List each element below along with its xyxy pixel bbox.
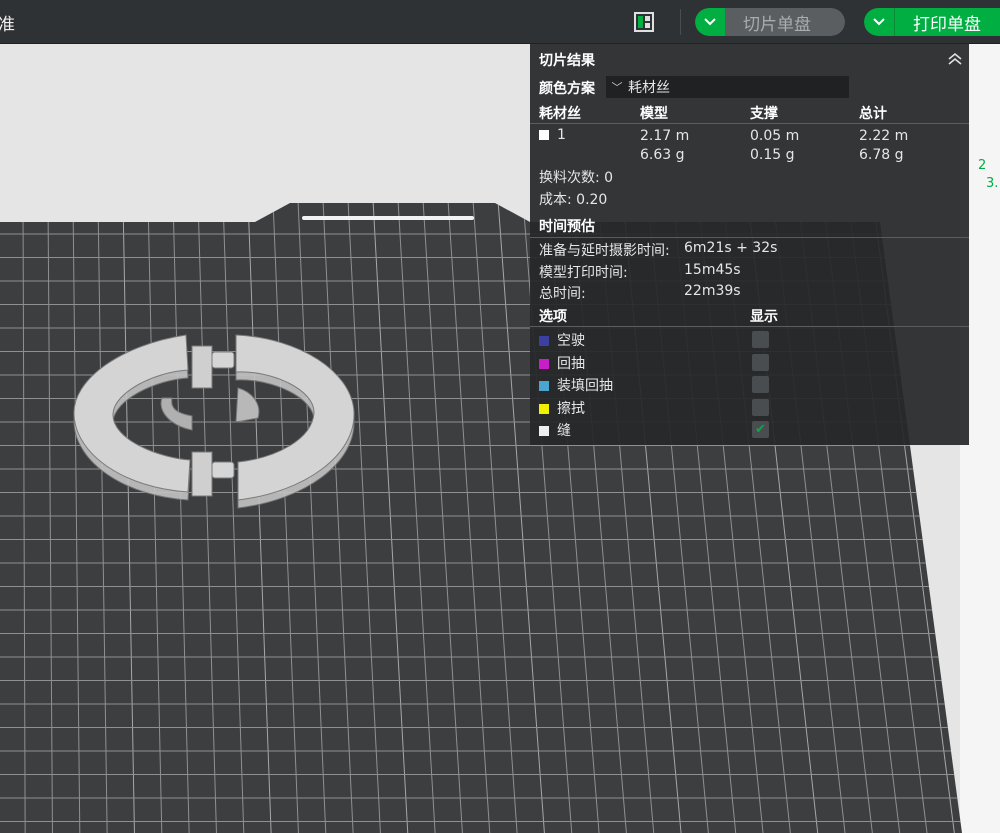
color-scheme-label: 颜色方案 — [539, 81, 595, 97]
support-weight: 0.15 g — [750, 147, 795, 163]
header-total: 总计 — [859, 106, 887, 122]
display-header: 显示 — [750, 309, 778, 325]
print-options-dropdown[interactable] — [864, 8, 895, 36]
option-label: 装填回抽 — [557, 378, 613, 394]
chevron-down-icon — [704, 18, 716, 26]
chevron-down-icon — [873, 18, 885, 26]
option-color-swatch — [539, 358, 549, 369]
option-label: 空驶 — [557, 333, 585, 349]
option-color-swatch — [539, 381, 549, 391]
chevron-down-icon: ﹀ — [611, 81, 623, 94]
layout-icon[interactable] — [634, 12, 654, 32]
option-label: 擦拭 — [557, 400, 585, 417]
divider — [530, 123, 969, 124]
toolbar-tab-fragment[interactable]: 准 — [0, 10, 15, 35]
filament-id: 1 — [539, 127, 566, 143]
options-header: 选项 — [539, 309, 567, 325]
collapse-icon[interactable] — [947, 51, 963, 67]
slice-plate-label[interactable]: 切片单盘 — [725, 8, 845, 36]
header-filament: 耗材丝 — [539, 106, 581, 122]
option-row: 回抽 — [539, 353, 585, 373]
time-prep-label: 准备与延时摄影时间: — [539, 243, 670, 259]
color-scheme-value: 耗材丝 — [628, 80, 670, 96]
header-model: 模型 — [640, 106, 668, 122]
slice-plate-button[interactable]: 切片单盘 — [695, 8, 845, 36]
option-display-checkbox[interactable] — [752, 331, 769, 348]
option-row: 缝 — [539, 420, 571, 440]
option-row: 擦拭 — [539, 398, 585, 418]
cost: 成本: 0.20 — [539, 192, 608, 208]
option-display-checkbox[interactable] — [752, 398, 769, 416]
header-support: 支撑 — [750, 106, 778, 122]
panel-title: 切片结果 — [539, 53, 595, 69]
support-usage: 0.05 m 0.15 g — [750, 127, 799, 165]
divider — [530, 237, 969, 238]
option-display-checkbox[interactable]: ✔ — [752, 421, 769, 438]
total-weight: 6.78 g — [859, 147, 904, 163]
print-plate-button[interactable]: 打印单盘 — [864, 8, 1000, 36]
option-row: 空驶 — [539, 330, 585, 350]
total-length: 2.22 m — [859, 128, 909, 144]
option-color-swatch — [539, 403, 549, 414]
color-scheme-select[interactable]: ﹀ 耗材丝 — [606, 76, 849, 98]
model-weight: 6.63 g — [640, 147, 685, 163]
slice-options-dropdown[interactable] — [695, 8, 725, 36]
time-model-label: 模型打印时间: — [539, 265, 628, 281]
time-total-label: 总时间: — [539, 286, 586, 302]
time-estimate-title: 时间预估 — [539, 219, 595, 235]
slice-results-panel: 切片结果 颜色方案 ﹀ 耗材丝 耗材丝 模型 支撑 总计 1 2.17 m 6.… — [530, 44, 969, 445]
print-plate-label[interactable]: 打印单盘 — [895, 8, 1000, 36]
option-label: 缝 — [557, 423, 571, 439]
top-toolbar: 准 切片单盘 打印单盘 — [0, 0, 1000, 44]
option-display-checkbox[interactable] — [752, 353, 769, 371]
filament-color-swatch — [539, 130, 549, 140]
checkmark-icon: ✔ — [755, 422, 766, 437]
option-display-checkbox[interactable] — [752, 376, 769, 393]
model-length: 2.17 m — [640, 128, 690, 144]
plate-handle — [302, 216, 474, 220]
time-model-value: 15m45s — [684, 262, 741, 278]
time-total-value: 22m39s — [684, 283, 741, 299]
option-label: 回抽 — [557, 355, 585, 372]
time-prep-value: 6m21s + 32s — [684, 240, 778, 256]
option-color-swatch — [539, 426, 549, 436]
toolbar-separator — [680, 9, 681, 35]
side-number: 2 — [978, 158, 1000, 173]
model-usage: 2.17 m 6.63 g — [640, 127, 689, 165]
option-color-swatch — [539, 336, 549, 346]
support-length: 0.05 m — [750, 128, 800, 144]
filament-id-text: 1 — [557, 127, 566, 143]
swap-count: 换料次数: 0 — [539, 170, 614, 186]
option-row: 装填回抽 — [539, 375, 613, 395]
side-number: 3. — [986, 176, 1000, 191]
total-usage: 2.22 m 6.78 g — [859, 127, 908, 165]
divider — [530, 326, 969, 327]
